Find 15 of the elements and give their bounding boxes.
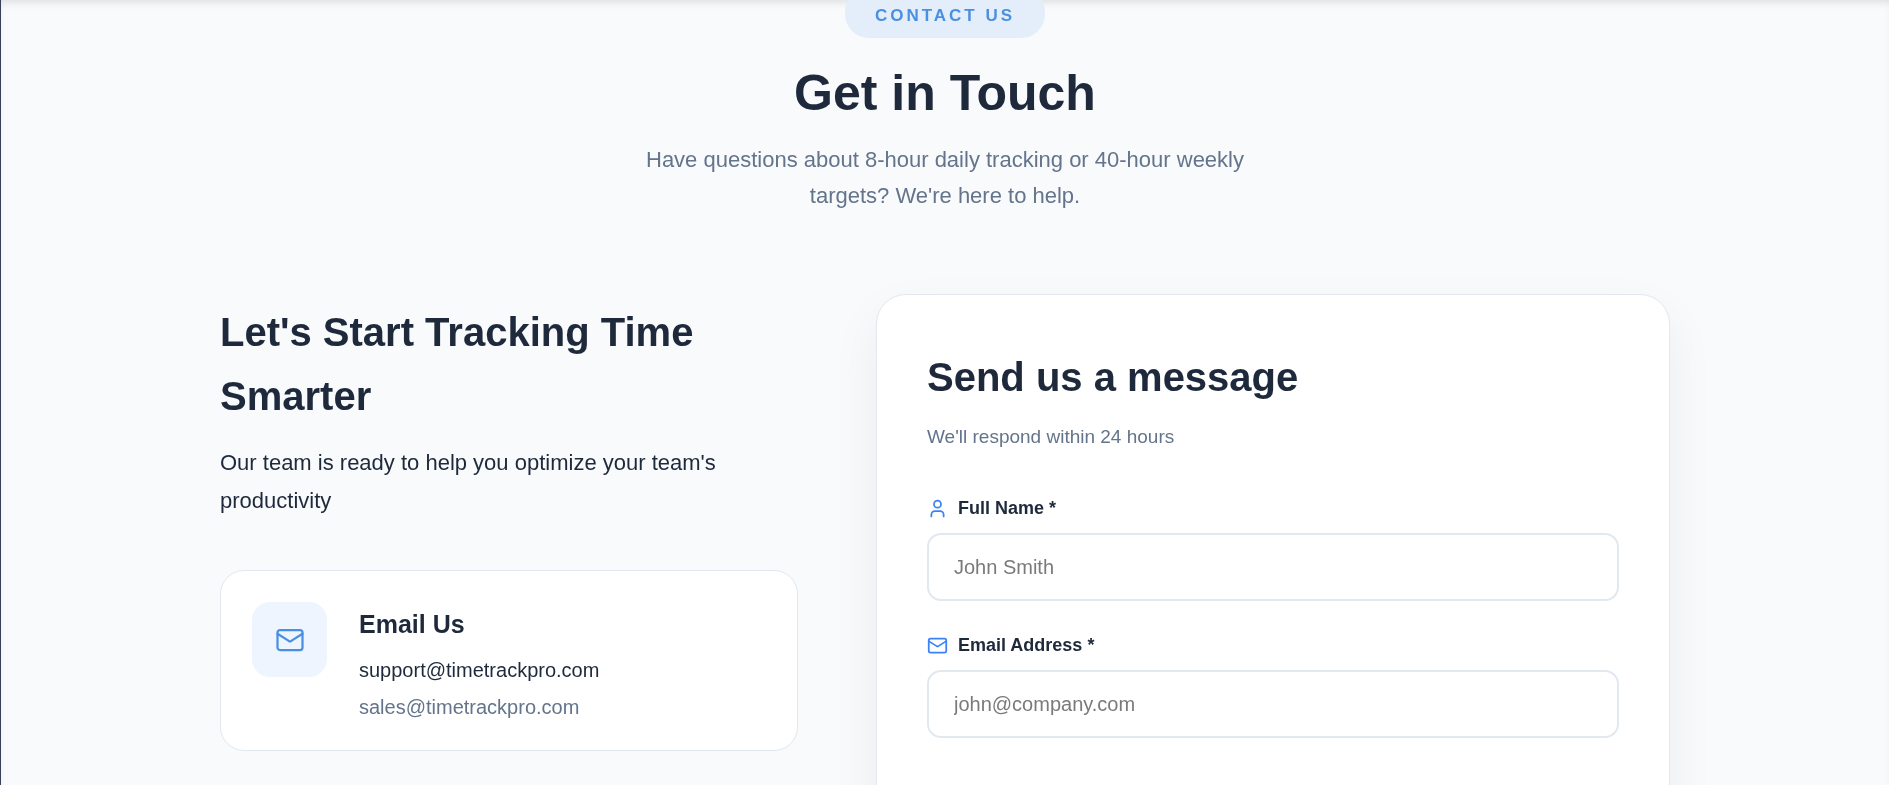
card-title: Email Us xyxy=(359,610,466,639)
field-label: Email Address * xyxy=(958,635,1095,656)
input-field[interactable]: john@company.com xyxy=(927,670,1619,738)
section-heading: Let's Start Tracking Time Smarter xyxy=(220,309,695,420)
page-subtitle: Have questions about 8-hour daily tracking or 40-hour weekly targets? We're here to help. xyxy=(645,146,1245,210)
input-field[interactable]: John Smith xyxy=(927,533,1619,601)
form-title: Send us a message xyxy=(927,355,1300,400)
page-title: Get in Touch xyxy=(794,64,1096,122)
field-label: Full Name * xyxy=(958,498,1057,519)
section-badge: CONTACT US xyxy=(844,0,1046,38)
form-subtitle: We'll respond within 24 hours xyxy=(927,426,1176,448)
section-text: Our team is ready to help you optimize your team's productivity xyxy=(220,449,717,515)
email-address: support@timetrackpro.com xyxy=(359,659,600,682)
mail-icon xyxy=(927,635,948,656)
email-address: sales@timetrackpro.com xyxy=(359,696,581,719)
